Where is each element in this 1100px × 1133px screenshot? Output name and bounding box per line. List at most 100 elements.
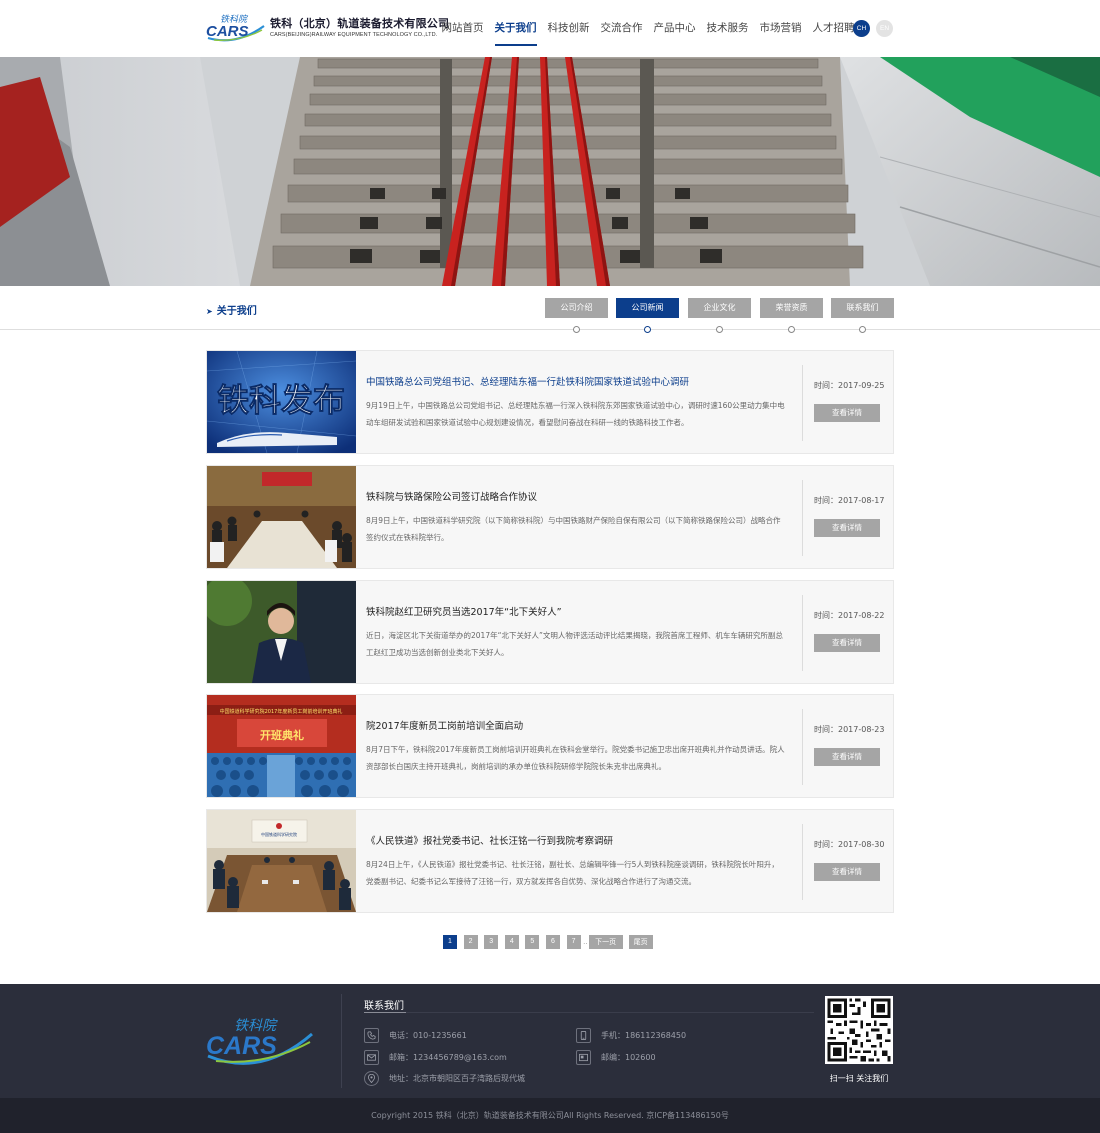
site-footer (0, 984, 1100, 1098)
tab-indicator-dot (716, 326, 723, 333)
news-summary: 近日，海淀区北下关街道举办的2017年“北下关好人”文明人物评选活动评比结果揭晓… (366, 631, 783, 657)
news-divider (802, 480, 803, 556)
view-details-button[interactable]: 查看详情 (814, 404, 880, 422)
news-summary: 9月19日上午，中国铁路总公司党组书记、总经理陆东福一行深入铁科院东郊国家铁道试… (366, 401, 785, 427)
news-divider (802, 824, 803, 900)
mobile-icon (576, 1028, 591, 1043)
footer-phone: 电话：010-1235661 (364, 1028, 467, 1043)
news-date: 时间：2017-08-17 (814, 496, 885, 505)
tab-indicator-dot (859, 326, 866, 333)
pagination: 1 2 3 4 5 6 7 .. 下一页 尾页 (443, 935, 653, 949)
lang-ch-button[interactable]: CH (853, 20, 870, 37)
last-page-button[interactable]: 尾页 (628, 935, 653, 949)
view-details-button[interactable]: 查看详情 (814, 748, 880, 766)
news-thumb-banner-text: 中国铁道科学研究院2017年度新员工岗前培训开班典礼 (220, 708, 343, 715)
news-thumbnail[interactable] (207, 581, 356, 683)
footer-contact-heading: 联系我们 (364, 1001, 404, 1012)
footer-mobile: 手机：18611236845​0 (576, 1028, 686, 1043)
news-thumb-text: 铁科发布 (217, 381, 345, 419)
railway-track-illustration (0, 57, 1100, 286)
main-nav: 网站首页 关于我们 科技创新 交流合作 产品中心 技术服务 市场营销 人才招聘 (436, 0, 860, 57)
news-thumb-stage-text: 开班典礼 (260, 728, 304, 742)
news-thumbnail[interactable]: 铁科发布 (207, 351, 356, 453)
footer-phone-text: 电话：010-1235661 (389, 1031, 467, 1040)
nav-item-marketing[interactable]: 市场营销 (754, 0, 807, 57)
subnav-divider (0, 329, 1100, 330)
footer-logo-icon[interactable]: 铁科院 CARS (206, 1016, 316, 1068)
news-title[interactable]: 铁科院赵红卫研究员当选2017年“北下关好人” (366, 604, 562, 618)
view-details-button[interactable]: 查看详情 (814, 634, 880, 652)
tab-culture[interactable]: 企业文化 (688, 298, 751, 318)
news-list-item[interactable]: 铁科院与铁路保险公司签订战略合作协议 8月9日上午，中国铁道科学研究院（以下简称… (206, 465, 894, 569)
company-logo[interactable]: 铁科院 CARS 铁科（北京）轨道装备技术有限公司 CARS(BEIJING)R… (206, 12, 449, 44)
news-list-item[interactable]: 中国铁道科学研究院 《人民铁道》报社党委书记、社长汪铭一行到我院考察调研 8月2… (206, 809, 894, 913)
section-title: ➤ 关于我们 (206, 302, 257, 317)
nav-item-products[interactable]: 产品中心 (648, 0, 701, 57)
tab-indicator-dot-active (644, 326, 651, 333)
tab-company-news[interactable]: 公司新闻 (616, 298, 679, 318)
tab-indicator-dot (788, 326, 795, 333)
lang-en-button[interactable]: EN (876, 20, 893, 37)
news-divider (802, 365, 803, 441)
tab-honors[interactable]: 荣誉资质 (760, 298, 823, 318)
news-title[interactable]: 铁科院与铁路保险公司签订战略合作协议 (366, 489, 537, 503)
footer-divider (341, 994, 342, 1088)
news-title[interactable]: 中国铁路总公司党组书记、总经理陆东福一行赴铁科院国家铁道试验中心调研 (366, 374, 689, 388)
tab-contact[interactable]: 联系我们 (831, 298, 894, 318)
nav-item-home[interactable]: 网站首页 (436, 0, 489, 57)
news-title[interactable]: 《人民铁道》报社党委书记、社长汪铭一行到我院考察调研 (366, 833, 613, 847)
copyright-text: Copyright 2015 铁科（北京）轨道装备技术有限公司All Right… (371, 1111, 729, 1120)
footer-email-text[interactable]: 邮箱：1234456789@163.com (389, 1052, 507, 1063)
next-page-button[interactable]: 下一页 (588, 935, 623, 949)
pagination-ellipsis: .. (583, 938, 588, 946)
footer-mobile-text: 手机：18611236845​0 (601, 1031, 687, 1040)
page-button-6[interactable]: 6 (545, 935, 560, 949)
news-thumbnail[interactable]: 中国铁道科学研究院2017年度新员工岗前培训开班典礼 开班典礼 (207, 695, 356, 797)
page-button-3[interactable]: 3 (484, 935, 499, 949)
news-date: 时间：2017-08-22 (814, 611, 885, 620)
news-thumbnail[interactable] (207, 466, 356, 568)
mail-icon (364, 1050, 379, 1065)
news-thumb-sign-text: 中国铁道科学研究院 (261, 831, 297, 837)
footer-address: 地址：北京市朝阳区百子湾路后现代城 (364, 1071, 525, 1086)
page-button-2[interactable]: 2 (463, 935, 478, 949)
company-name-cn: 铁科（北京）轨道装备技术有限公司 (270, 17, 450, 30)
tab-indicator-dot (573, 326, 580, 333)
news-list-item[interactable]: 中国铁道科学研究院2017年度新员工岗前培训开班典礼 开班典礼 院2017年度新… (206, 694, 894, 798)
company-name-en: CARS(BEIJING)RAILWAY EQUIPMENT TECHNOLOG… (270, 32, 438, 38)
chevron-right-icon: ➤ (206, 307, 213, 316)
nav-item-services[interactable]: 技术服务 (701, 0, 754, 57)
logo-brand-text: CARS (206, 23, 249, 40)
news-list-item[interactable]: 铁科发布 中国铁路总公司党组书记、总经理陆东福一行赴铁科院国家铁道试验中心调研 … (206, 350, 894, 454)
news-summary: 8月9日上午，中国铁道科学研究院（以下简称铁科院）与中国铁路财产保险自保有限公司… (366, 516, 781, 542)
qr-code-icon (825, 996, 893, 1064)
nav-item-about[interactable]: 关于我们 (489, 0, 542, 57)
view-details-button[interactable]: 查看详情 (814, 863, 880, 881)
cars-logo-icon: 铁科院 CARS (206, 14, 265, 42)
tab-company-intro[interactable]: 公司介绍 (545, 298, 608, 318)
news-divider (802, 595, 803, 671)
news-date: 时间：2017-08-23 (814, 725, 885, 734)
location-pin-icon (364, 1071, 379, 1086)
news-divider (802, 709, 803, 785)
footer-heading-underline (364, 1012, 406, 1013)
phone-icon (364, 1028, 379, 1043)
nav-item-cooperation[interactable]: 交流合作 (595, 0, 648, 57)
news-title[interactable]: 院2017年度新员工岗前培训全面启动 (366, 718, 523, 732)
page-button-4[interactable]: 4 (504, 935, 519, 949)
news-list-item[interactable]: 铁科院赵红卫研究员当选2017年“北下关好人” 近日，海淀区北下关街道举办的20… (206, 580, 894, 684)
news-summary: 8月24日上午，《人民铁道》报社党委书记、社长汪铭，副社长、总编辑毕锋一行5人到… (366, 860, 779, 886)
qr-caption: 扫一扫 关注我们 (829, 1074, 889, 1083)
page-button-7[interactable]: 7 (566, 935, 581, 949)
footer-logo-brand-text: CARS (206, 1032, 277, 1060)
hero-banner-image (0, 57, 1100, 286)
news-date: 时间：2017-09-25 (814, 381, 885, 390)
page-button-5[interactable]: 5 (525, 935, 540, 949)
footer-address-text: 地址：北京市朝阳区百子湾路后现代城 (389, 1074, 525, 1083)
nav-item-innovation[interactable]: 科技创新 (542, 0, 595, 57)
section-title-label: 关于我们 (216, 306, 257, 317)
footer-email: 邮箱：1234456789@163.com (364, 1050, 507, 1065)
page-button-1[interactable]: 1 (443, 935, 457, 949)
news-thumbnail[interactable]: 中国铁道科学研究院 (207, 810, 356, 912)
view-details-button[interactable]: 查看详情 (814, 519, 880, 537)
